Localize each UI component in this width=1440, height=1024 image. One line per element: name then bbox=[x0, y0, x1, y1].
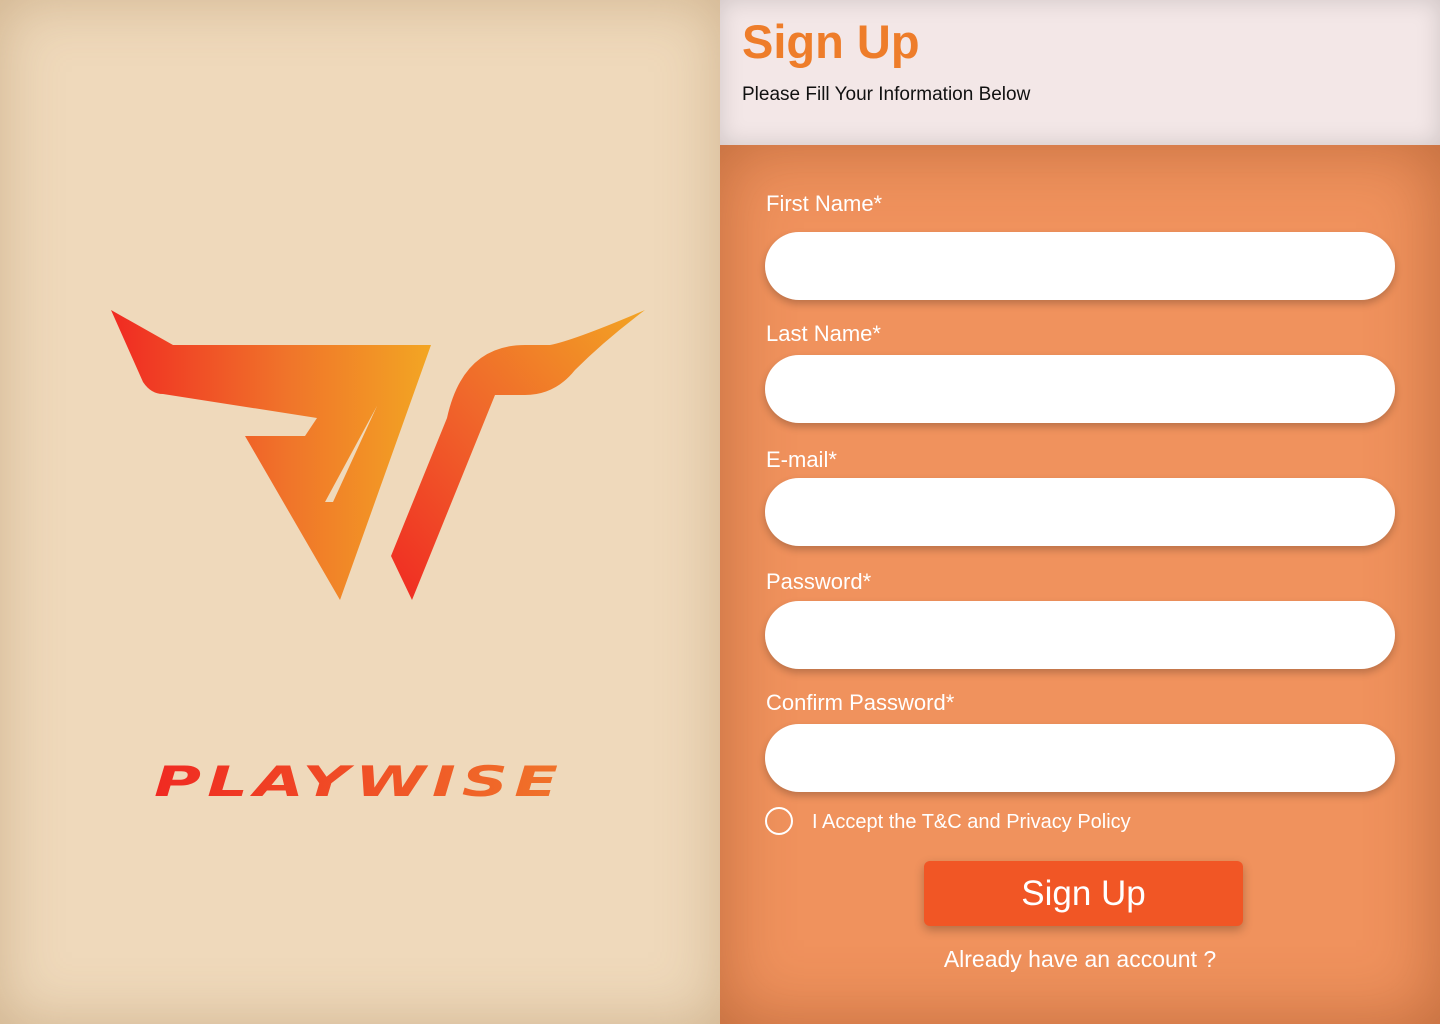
first-name-field[interactable] bbox=[765, 232, 1395, 300]
confirm-password-label: Confirm Password* bbox=[766, 690, 955, 715]
terms-label: I Accept the T&C and Privacy Policy bbox=[812, 811, 1131, 833]
first-name-label: First Name* bbox=[766, 191, 883, 216]
last-name-field[interactable] bbox=[765, 355, 1395, 423]
signup-button[interactable]: Sign Up bbox=[924, 861, 1243, 926]
terms-checkbox[interactable] bbox=[765, 807, 793, 835]
last-name-label: Last Name* bbox=[766, 321, 881, 346]
playwise-logo-icon bbox=[111, 310, 645, 600]
svg-text:PLAYWISE: PLAYWISE bbox=[154, 760, 564, 802]
password-field[interactable] bbox=[765, 601, 1395, 669]
signup-page: PLAYWISE Sign Up Please Fill Your Inform… bbox=[0, 0, 1440, 1024]
page-title: Sign Up bbox=[742, 15, 920, 68]
confirm-password-field[interactable] bbox=[765, 724, 1395, 792]
playwise-wordmark: PLAYWISE bbox=[154, 760, 564, 802]
email-field[interactable] bbox=[765, 478, 1395, 546]
login-link[interactable]: Already have an account ? bbox=[720, 945, 1440, 973]
brand-panel: PLAYWISE bbox=[0, 0, 720, 1024]
form-header: Sign Up Please Fill Your Information Bel… bbox=[720, 0, 1440, 145]
password-label: Password* bbox=[766, 569, 872, 594]
email-label: E-mail* bbox=[766, 447, 837, 472]
page-subtitle: Please Fill Your Information Below bbox=[742, 84, 1031, 105]
signup-form: First Name* Last Name* E-mail* Password*… bbox=[720, 145, 1440, 1024]
